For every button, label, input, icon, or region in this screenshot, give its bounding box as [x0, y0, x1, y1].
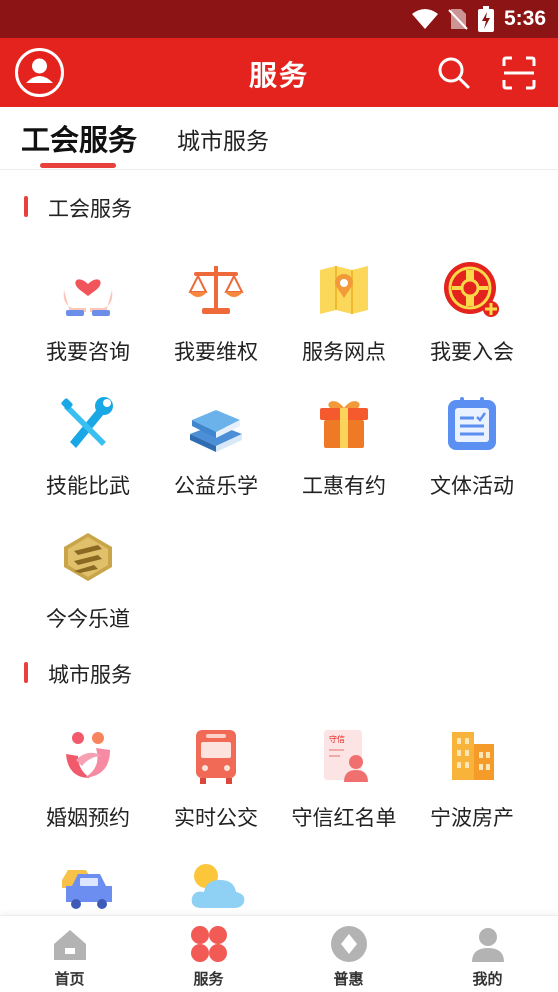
service-outlets[interactable]: 服务网点: [280, 260, 408, 370]
nav-label: 普惠: [333, 970, 364, 988]
tab-union-services[interactable]: 工会服务: [21, 117, 137, 159]
service-label: 我要入会: [430, 340, 514, 364]
profile-icon: [472, 928, 504, 962]
service-label: 今今乐道: [46, 607, 130, 631]
no-sim-icon: [448, 9, 468, 30]
tab-bar: 工会服务 城市服务: [0, 107, 558, 170]
service-label: 公益乐学: [174, 474, 258, 498]
service-icon: [191, 926, 227, 962]
certificate-icon: 守信: [324, 730, 368, 782]
nav-service[interactable]: 服务: [139, 916, 278, 992]
nav-label: 服务: [193, 970, 224, 988]
nav-label: 我的: [472, 970, 503, 988]
scan-button[interactable]: [500, 54, 538, 92]
weather-icon: [191, 864, 245, 908]
service-skills[interactable]: 技能比武: [24, 394, 152, 504]
nav-home[interactable]: 首页: [0, 916, 139, 992]
scales-icon: [188, 266, 244, 314]
search-button[interactable]: [435, 54, 473, 92]
service-join[interactable]: 我要入会: [408, 260, 536, 370]
wifi-icon: [411, 9, 438, 29]
service-consult[interactable]: 我要咨询: [24, 260, 152, 370]
cars-icon: [62, 870, 112, 909]
bus-icon: [196, 730, 236, 784]
tab-city-services[interactable]: 城市服务: [177, 122, 269, 156]
nav-label: 首页: [54, 970, 85, 988]
section-title-union: 工会服务: [24, 193, 132, 223]
section-title-text: 工会服务: [48, 197, 132, 221]
service-label: 服务网点: [302, 340, 386, 364]
section-title-city: 城市服务: [24, 659, 132, 689]
section-title-text: 城市服务: [48, 663, 132, 687]
certificate-tag: 守信: [329, 734, 345, 744]
status-bar: 5:36: [0, 0, 558, 38]
hands-heart-icon: [63, 279, 113, 316]
service-benefits[interactable]: 工惠有约: [280, 394, 408, 504]
service-learning[interactable]: 公益乐学: [152, 394, 280, 504]
gift-icon: [320, 401, 368, 448]
gold-logo-icon: [64, 533, 112, 581]
section-marker: [24, 662, 28, 683]
service-credit-list[interactable]: 守信 守信红名单: [280, 726, 408, 836]
marriage-icon: [66, 732, 110, 778]
books-icon: [190, 410, 242, 452]
app-header: 服务: [0, 38, 558, 107]
service-label: 我要咨询: [46, 340, 130, 364]
service-label: 文体活动: [430, 474, 514, 498]
buildings-icon: [452, 732, 494, 780]
service-marriage[interactable]: 婚姻预约: [24, 726, 152, 836]
service-bus[interactable]: 实时公交: [152, 726, 280, 836]
service-jinjin[interactable]: 今今乐道: [24, 527, 152, 637]
nav-benefit[interactable]: 普惠: [279, 916, 418, 992]
service-label: 技能比武: [46, 474, 130, 498]
page-title: 服务: [248, 59, 309, 92]
service-housing[interactable]: 宁波房产: [408, 726, 536, 836]
tools-icon: [61, 397, 113, 448]
map-pin-icon: [320, 266, 368, 314]
service-label: 婚姻预约: [46, 806, 130, 830]
notepad-icon: [448, 397, 496, 450]
home-icon: [54, 930, 86, 960]
union-emblem-icon: [444, 262, 499, 317]
active-tab-indicator: [40, 163, 116, 168]
battery-icon: [477, 6, 494, 32]
service-label: 宁波房产: [430, 806, 514, 830]
bottom-nav: 首页 服务 普惠 我的: [0, 915, 558, 992]
benefit-icon: [331, 926, 367, 962]
status-time: 5:36: [503, 7, 546, 30]
service-rights[interactable]: 我要维权: [152, 260, 280, 370]
service-label: 我要维权: [174, 340, 258, 364]
nav-profile[interactable]: 我的: [418, 916, 557, 992]
search-icon: [438, 57, 470, 89]
service-label: 工惠有约: [302, 474, 386, 498]
service-label: 守信红名单: [291, 806, 397, 830]
section-marker: [24, 196, 28, 217]
service-label: 实时公交: [174, 806, 258, 830]
scan-icon: [502, 56, 536, 90]
service-sports[interactable]: 文体活动: [408, 394, 536, 504]
